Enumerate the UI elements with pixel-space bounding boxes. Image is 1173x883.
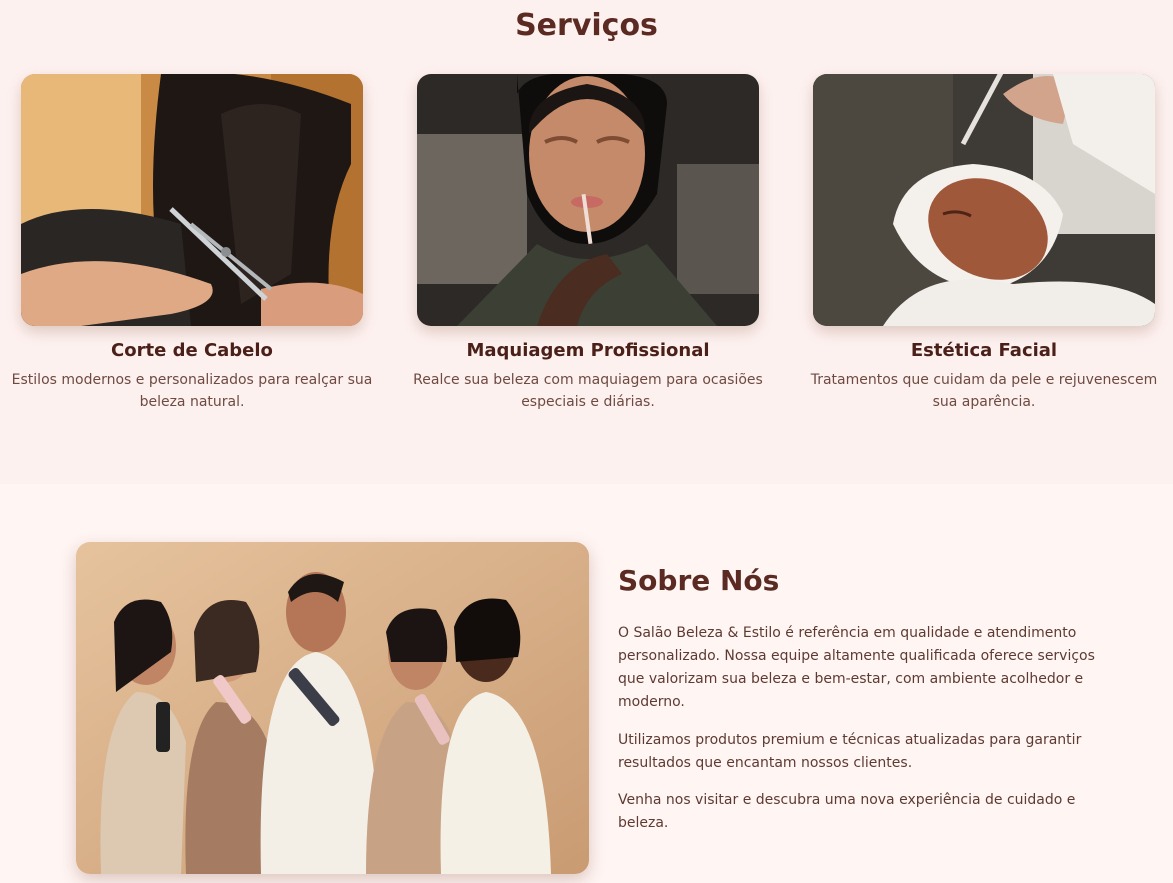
service-card-haircut[interactable]: Corte de Cabelo Estilos modernos e perso… [2, 74, 382, 413]
service-card-makeup[interactable]: Maquiagem Profissional Realce sua beleza… [398, 74, 778, 413]
about-title: Sobre Nós [618, 564, 780, 597]
service-description: Tratamentos que cuidam da pele e rejuven… [810, 372, 1158, 410]
service-card-facial[interactable]: Estética Facial Tratamentos que cuidam d… [794, 74, 1173, 413]
haircut-photo [21, 74, 363, 326]
about-paragraph-1: O Salão Beleza & Estilo é referência em … [618, 625, 1095, 710]
service-title: Maquiagem Profissional [466, 340, 710, 361]
team-photo [76, 542, 589, 874]
service-description: Estilos modernos e personalizados para r… [11, 372, 373, 410]
about-paragraph-3: Venha nos visitar e descubra uma nova ex… [618, 792, 1076, 831]
services-title: Serviços [515, 8, 658, 43]
services-section: Serviços Corte de Cabelo Estilos moderno… [0, 0, 1173, 484]
service-title: Estética Facial [910, 340, 1058, 361]
service-title: Corte de Cabelo [111, 340, 273, 361]
service-description: Realce sua beleza com maquiagem para oca… [413, 372, 763, 410]
about-section: Sobre Nós O Salão Beleza & Estilo é refe… [0, 484, 1173, 883]
makeup-photo [417, 74, 759, 326]
about-paragraph-2: Utilizamos produtos premium e técnicas a… [618, 732, 1082, 771]
facial-treatment-photo [813, 74, 1155, 326]
